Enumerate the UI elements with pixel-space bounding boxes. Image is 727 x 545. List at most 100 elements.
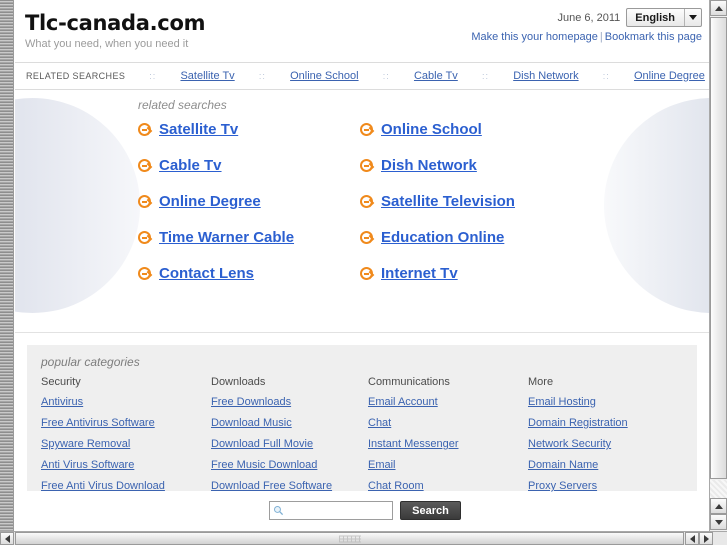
hero-item-dish-network[interactable]: Dish Network: [360, 157, 709, 174]
horizontal-scrollbar-buttons: [685, 532, 727, 545]
category-link[interactable]: Free Anti Virus Download: [41, 480, 211, 492]
strip-link-online-degree[interactable]: Online Degree: [634, 70, 705, 82]
category-link[interactable]: Antivirus: [41, 396, 211, 408]
date-and-language-row: June 6, 2011 English: [471, 8, 702, 27]
arrow-circle-right-icon: [138, 123, 151, 136]
popular-categories-heading: popular categories: [41, 355, 140, 369]
category-link[interactable]: Chat: [368, 417, 528, 429]
vertical-scrollbar[interactable]: [709, 0, 727, 531]
strip-dot-separator: ::: [382, 71, 390, 81]
hero-link-label[interactable]: Education Online: [381, 229, 504, 246]
caret-right-icon[interactable]: [699, 532, 713, 545]
category-link[interactable]: Email Hosting: [528, 396, 697, 408]
hero-link-label[interactable]: Contact Lens: [159, 265, 254, 282]
hero-item-satellite-tv[interactable]: Satellite Tv: [138, 121, 360, 138]
hero-link-label[interactable]: Internet Tv: [381, 265, 458, 282]
hero-link-label[interactable]: Satellite Tv: [159, 121, 238, 138]
category-title: More: [528, 376, 554, 388]
related-searches-links: :: Satellite Tv :: Online School :: Cabl…: [125, 70, 709, 82]
caret-left-icon[interactable]: [0, 532, 14, 545]
arrow-circle-right-icon: [360, 123, 373, 136]
hero-link-label[interactable]: Satellite Television: [381, 193, 515, 210]
popular-categories-panel: popular categories Security Antivirus Fr…: [27, 345, 697, 492]
category-column-security: Security Antivirus Free Antivirus Softwa…: [41, 376, 211, 501]
language-select[interactable]: English: [626, 8, 702, 27]
related-searches-label: RELATED SEARCHES: [26, 71, 126, 81]
strip-dot-separator: ::: [149, 71, 157, 81]
category-link[interactable]: Email: [368, 459, 528, 471]
hero-inner: related searches Satellite Tv Online Sch…: [15, 90, 709, 282]
hero-item-online-school[interactable]: Online School: [360, 121, 709, 138]
search-field-wrapper[interactable]: [269, 501, 394, 520]
header-links: Make this your homepage | Bookmark this pa…: [471, 31, 702, 43]
hero-link-label[interactable]: Dish Network: [381, 157, 477, 174]
arrow-circle-right-icon: [138, 231, 151, 244]
hero-item-education-online[interactable]: Education Online: [360, 229, 709, 246]
category-title: Downloads: [211, 376, 266, 388]
category-link[interactable]: Domain Registration: [528, 417, 697, 429]
strip-link-dish-network[interactable]: Dish Network: [513, 70, 578, 82]
caret-left-icon[interactable]: [685, 532, 699, 545]
related-searches-hero: related searches Satellite Tv Online Sch…: [15, 90, 709, 333]
hero-item-contact-lens[interactable]: Contact Lens: [138, 265, 360, 282]
strip-dot-separator: ::: [258, 71, 266, 81]
category-link[interactable]: Free Antivirus Software: [41, 417, 211, 429]
left-texture-gutter: [0, 0, 14, 531]
vertical-scrollbar-thumb[interactable]: [710, 17, 727, 479]
category-link[interactable]: Instant Messenger: [368, 438, 528, 450]
hero-heading: related searches: [138, 98, 227, 112]
arrow-circle-right-icon: [360, 195, 373, 208]
strip-link-cable-tv[interactable]: Cable Tv: [414, 70, 458, 82]
header-link-separator: |: [599, 31, 603, 43]
category-link[interactable]: Free Music Download: [211, 459, 368, 471]
category-link[interactable]: Download Music: [211, 417, 368, 429]
hero-item-time-warner-cable[interactable]: Time Warner Cable: [138, 229, 360, 246]
arrow-circle-right-icon: [360, 267, 373, 280]
site-header: Tlc-canada.com What you need, when you n…: [15, 0, 709, 62]
chevron-down-icon: [684, 9, 701, 26]
caret-down-icon[interactable]: [710, 514, 727, 530]
hero-item-satellite-television[interactable]: Satellite Television: [360, 193, 709, 210]
hero-link-label[interactable]: Time Warner Cable: [159, 229, 294, 246]
hero-link-label[interactable]: Online Degree: [159, 193, 261, 210]
current-date: June 6, 2011: [557, 11, 621, 24]
hero-item-online-degree[interactable]: Online Degree: [138, 193, 360, 210]
hero-item-cable-tv[interactable]: Cable Tv: [138, 157, 360, 174]
vertical-scrollbar-track[interactable]: [710, 480, 727, 498]
hero-link-label[interactable]: Cable Tv: [159, 157, 222, 174]
category-link[interactable]: Spyware Removal: [41, 438, 211, 450]
category-link[interactable]: Domain Name: [528, 459, 697, 471]
scrollbar-grip: [338, 535, 361, 542]
site-search-bar: Search: [15, 501, 709, 520]
scrollbar-corner: [713, 532, 727, 545]
brand-block: Tlc-canada.com What you need, when you n…: [25, 12, 205, 51]
search-input[interactable]: [287, 503, 393, 518]
browser-viewport: Tlc-canada.com What you need, when you n…: [0, 0, 727, 545]
horizontal-scrollbar[interactable]: [0, 531, 727, 545]
site-tagline: What you need, when you need it: [25, 38, 189, 50]
category-link[interactable]: Download Free Software: [211, 480, 368, 492]
category-column-downloads: Downloads Free Downloads Download Music …: [211, 376, 368, 501]
category-link[interactable]: Chat Room: [368, 480, 528, 492]
strip-link-satellite-tv[interactable]: Satellite Tv: [180, 70, 234, 82]
bookmark-page-link[interactable]: Bookmark this page: [605, 31, 702, 43]
popular-categories-grid: Security Antivirus Free Antivirus Softwa…: [41, 376, 697, 501]
hero-item-internet-tv[interactable]: Internet Tv: [360, 265, 709, 282]
related-searches-strip: RELATED SEARCHES :: Satellite Tv :: Onli…: [15, 62, 709, 90]
caret-up-icon[interactable]: [710, 498, 727, 514]
strip-link-online-school[interactable]: Online School: [290, 70, 359, 82]
search-button[interactable]: Search: [400, 501, 461, 520]
category-link[interactable]: Free Downloads: [211, 396, 368, 408]
category-column-more: More Email Hosting Domain Registration N…: [528, 376, 697, 501]
category-link[interactable]: Anti Virus Software: [41, 459, 211, 471]
hero-link-label[interactable]: Online School: [381, 121, 482, 138]
category-link[interactable]: Network Security: [528, 438, 697, 450]
category-link[interactable]: Download Full Movie: [211, 438, 368, 450]
category-column-communications: Communications Email Account Chat Instan…: [368, 376, 528, 501]
category-link[interactable]: Email Account: [368, 396, 528, 408]
horizontal-scrollbar-thumb[interactable]: [15, 532, 684, 545]
category-link[interactable]: Proxy Servers: [528, 480, 697, 492]
caret-up-icon[interactable]: [710, 0, 727, 16]
site-title: Tlc-canada.com: [25, 11, 206, 35]
make-homepage-link[interactable]: Make this your homepage: [471, 31, 598, 43]
